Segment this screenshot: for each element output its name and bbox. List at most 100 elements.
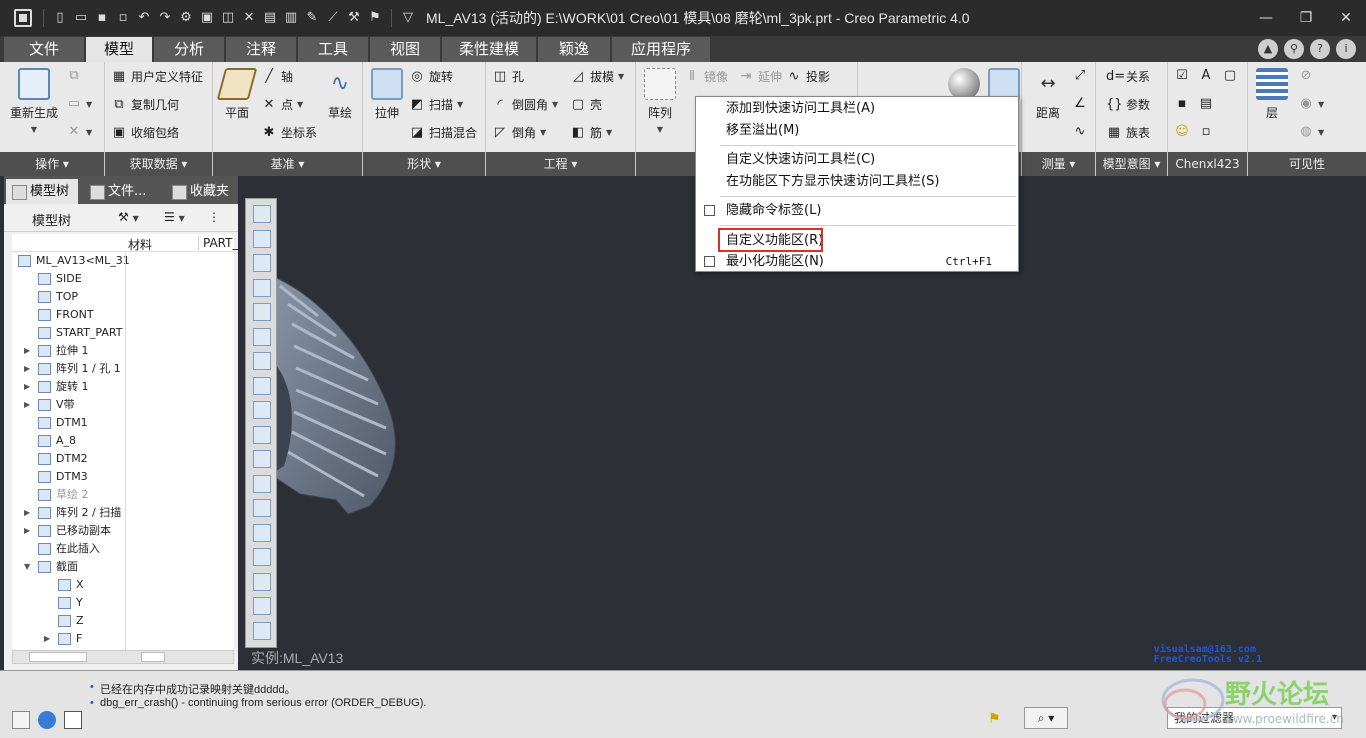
datum-plane-display-icon[interactable] — [253, 425, 271, 444]
windows-icon[interactable]: ▣ — [199, 10, 215, 26]
panel-tab-model-tree[interactable]: 模型树 — [6, 179, 78, 204]
tree-item[interactable]: DTM3 — [12, 468, 124, 486]
tab-flexible-modeling[interactable]: 柔性建模 — [442, 37, 536, 62]
pattern-button[interactable]: 阵列 ▼ — [640, 68, 680, 135]
custom-drawing-icon[interactable]: ▤ — [1198, 96, 1214, 112]
rib-button[interactable]: ◧ 筋 ▼ — [570, 124, 612, 141]
save-copy-icon[interactable]: ▫ — [115, 10, 131, 26]
column-part[interactable]: PART_ — [198, 236, 238, 250]
flag-icon[interactable]: ⚑ — [988, 711, 1001, 727]
find-binoculars-icon[interactable]: ⌕ ▾ — [1024, 707, 1068, 729]
udf-button[interactable]: ▦ 用户定义特征 — [111, 68, 203, 85]
tab-model[interactable]: 模型 — [86, 37, 152, 62]
relations-button[interactable]: d= 关系 — [1106, 68, 1150, 85]
paste-icon[interactable]: ▭ ▼ — [66, 96, 92, 112]
tree-item[interactable]: ▶ V带 — [12, 396, 124, 414]
tree-expander-icon[interactable]: ▶ — [24, 504, 30, 522]
undo-icon[interactable]: ↶ — [136, 10, 152, 26]
grid-icon[interactable] — [12, 711, 30, 729]
zoom-out-icon[interactable] — [253, 254, 271, 272]
perspective-icon[interactable] — [253, 376, 271, 395]
tree-expander-icon[interactable]: ▼ — [24, 558, 30, 576]
tree-item[interactable]: ML_AV13<ML_31 — [12, 252, 130, 270]
axis-display-icon[interactable] — [253, 499, 271, 517]
custom-save-as-icon[interactable]: ▫ — [1198, 124, 1214, 140]
tab-applications[interactable]: 应用程序 — [612, 37, 710, 62]
tree-item[interactable]: A_8 — [12, 432, 124, 450]
tree-settings-icon[interactable]: ⚒ ▼ — [118, 210, 139, 224]
refit-icon[interactable] — [253, 205, 271, 223]
measure-length-icon[interactable]: ⤢ — [1072, 68, 1088, 84]
measure-angle-icon[interactable]: ∠ — [1072, 96, 1088, 112]
layers-button[interactable]: 层 — [1252, 68, 1292, 121]
tab-annotate[interactable]: 注释 — [226, 37, 296, 62]
draft-button[interactable]: ◿ 拔模 ▼ — [570, 68, 624, 85]
tree-expander-icon[interactable]: ▶ — [24, 378, 30, 396]
group-footer-custom[interactable]: Chenxl423 — [1168, 152, 1247, 176]
revolve-button[interactable]: ◎ 旋转 — [409, 68, 453, 85]
regenerate-icon[interactable]: ⚙ — [178, 10, 194, 26]
plugin-icon[interactable] — [253, 621, 271, 640]
tree-expander-icon[interactable]: ▶ — [24, 522, 30, 540]
save-icon[interactable]: ▪ — [94, 10, 110, 26]
tab-tools[interactable]: 工具 — [298, 37, 368, 62]
tree-item[interactable]: X — [12, 576, 124, 594]
family-table-button[interactable]: ▦ 族表 — [1106, 124, 1150, 141]
tree-item[interactable]: ▶ 拉伸 1 — [12, 342, 124, 360]
view-manager-icon[interactable] — [253, 352, 271, 370]
info-icon[interactable]: i — [1336, 39, 1356, 59]
tree-item[interactable]: Y — [12, 594, 124, 612]
tree-item[interactable]: ▶ 已移动副本 — [12, 522, 124, 540]
menu-move-to-overflow[interactable]: 移至溢出(M) — [696, 121, 1018, 141]
datum-plane-button[interactable]: 平面 — [216, 68, 258, 121]
close-window-icon[interactable]: ✕ — [241, 10, 257, 26]
tree-expander-icon[interactable]: ▶ — [24, 396, 30, 414]
custom-frame-icon[interactable]: ▢ — [1222, 68, 1238, 84]
tree-item[interactable]: DTM2 — [12, 450, 124, 468]
app-logo-icon[interactable] — [14, 9, 32, 27]
distance-button[interactable]: ↔ 距离 — [1026, 68, 1070, 121]
custom-save-icon[interactable]: ▪ — [1174, 96, 1190, 112]
copy-geometry-button[interactable]: ⧉ 复制几何 — [111, 96, 179, 113]
tree-item[interactable]: 草绘 2 — [12, 486, 124, 504]
delete-icon[interactable]: ✕ ▼ — [66, 124, 93, 140]
tab-analysis[interactable]: 分析 — [154, 37, 224, 62]
shrinkwrap-button[interactable]: ▣ 收缩包络 — [111, 124, 179, 141]
panel-tab-files[interactable]: 文件... — [84, 179, 162, 204]
tree-item[interactable]: START_PART — [12, 324, 124, 342]
hide-labels-checkbox[interactable] — [704, 205, 715, 216]
measure-curve-icon[interactable]: ∿ — [1072, 124, 1088, 140]
minimize-ribbon-checkbox[interactable] — [704, 256, 715, 267]
csys-button[interactable]: ✱ 坐标系 — [261, 124, 317, 141]
panel-tab-favorites[interactable]: 收藏夹 — [166, 179, 236, 204]
group-footer-datum[interactable]: 基准 ▾ — [213, 152, 362, 176]
status-icon[interactable]: ◍ ▼ — [1298, 124, 1324, 140]
point-display-icon[interactable] — [253, 523, 271, 542]
tools-icon[interactable]: ⚑ — [367, 10, 383, 26]
plane-tag-icon[interactable] — [253, 474, 271, 493]
chamfer-button[interactable]: ◸ 倒角 ▼ — [492, 124, 546, 141]
copy-icon[interactable]: ⧉ — [66, 68, 82, 84]
hide-icon[interactable]: ⊘ — [1298, 68, 1314, 84]
fullscreen-icon[interactable] — [64, 711, 82, 729]
tree-item[interactable]: 在此插入 — [12, 540, 124, 558]
annotation-display-icon[interactable] — [253, 401, 271, 419]
browser-icon[interactable] — [38, 711, 56, 729]
open-icon[interactable]: ▭ — [73, 10, 89, 26]
tree-columns-icon[interactable]: ☰ ▼ — [164, 210, 185, 224]
tree-expander-icon[interactable]: ▶ — [24, 342, 30, 360]
tree-horizontal-scrollbar[interactable] — [12, 650, 234, 664]
custom-check-icon[interactable]: ☑ — [1174, 68, 1190, 84]
extrude-button[interactable]: 拉伸 — [367, 68, 407, 121]
datum-axis-button[interactable]: ╱ 轴 — [261, 68, 293, 85]
maximize-button[interactable]: ❐ — [1286, 0, 1326, 36]
export-icon[interactable]: ▥ — [283, 10, 299, 26]
repaint-icon[interactable] — [253, 278, 271, 297]
column-material[interactable]: 材料 — [128, 236, 152, 253]
menu-add-to-qat[interactable]: 添加到快速访问工具栏(A) — [696, 99, 1018, 119]
tree-item[interactable]: SIDE — [12, 270, 124, 288]
tree-item[interactable]: FRONT — [12, 306, 124, 324]
group-footer-model-intent[interactable]: 模型意图 ▾ — [1096, 152, 1167, 176]
search-icon[interactable]: ⚲ — [1284, 39, 1304, 59]
switch-window-icon[interactable]: ◫ — [220, 10, 236, 26]
